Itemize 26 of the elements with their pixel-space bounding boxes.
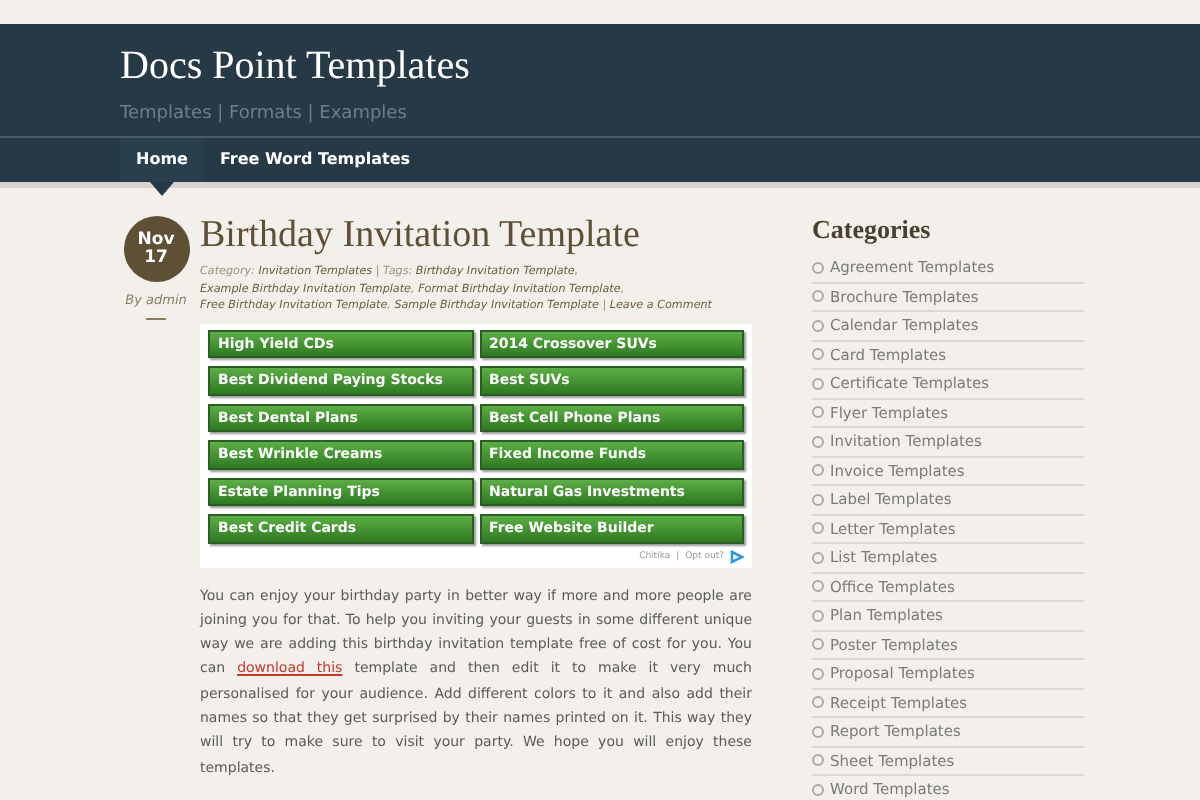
bullet-icon: [812, 551, 824, 564]
bullet-icon: [812, 783, 824, 796]
sidebar-heading: Categories: [812, 214, 933, 246]
bullet-icon: [812, 667, 824, 680]
bullet-icon: [812, 609, 824, 622]
bullet-icon: [812, 406, 824, 419]
bullet-icon: [812, 348, 824, 361]
post-title: Birthday Invitation Template: [200, 214, 642, 258]
bullet-icon: [812, 435, 824, 448]
bullet-icon: [812, 580, 824, 593]
date-badge: Nov 17: [123, 216, 189, 282]
bullet-icon: [812, 754, 824, 767]
site-tagline: Templates | Formats | Examples: [120, 104, 407, 124]
bullet-icon: [812, 377, 824, 390]
nav-link[interactable]: Free Word Templates: [203, 138, 427, 182]
bullet-icon: [812, 319, 824, 332]
bullet-icon: [812, 638, 824, 651]
site-title[interactable]: Docs Point Templates: [120, 44, 470, 88]
bullet-icon: [812, 261, 824, 274]
play-icon[interactable]: [730, 549, 744, 563]
bullet-icon: [812, 464, 824, 477]
bullet-icon: [812, 522, 824, 535]
bullet-icon: [812, 290, 824, 303]
bullet-icon: [812, 725, 824, 738]
bullet-icon: [812, 696, 824, 709]
bullet-icon: [812, 493, 824, 506]
